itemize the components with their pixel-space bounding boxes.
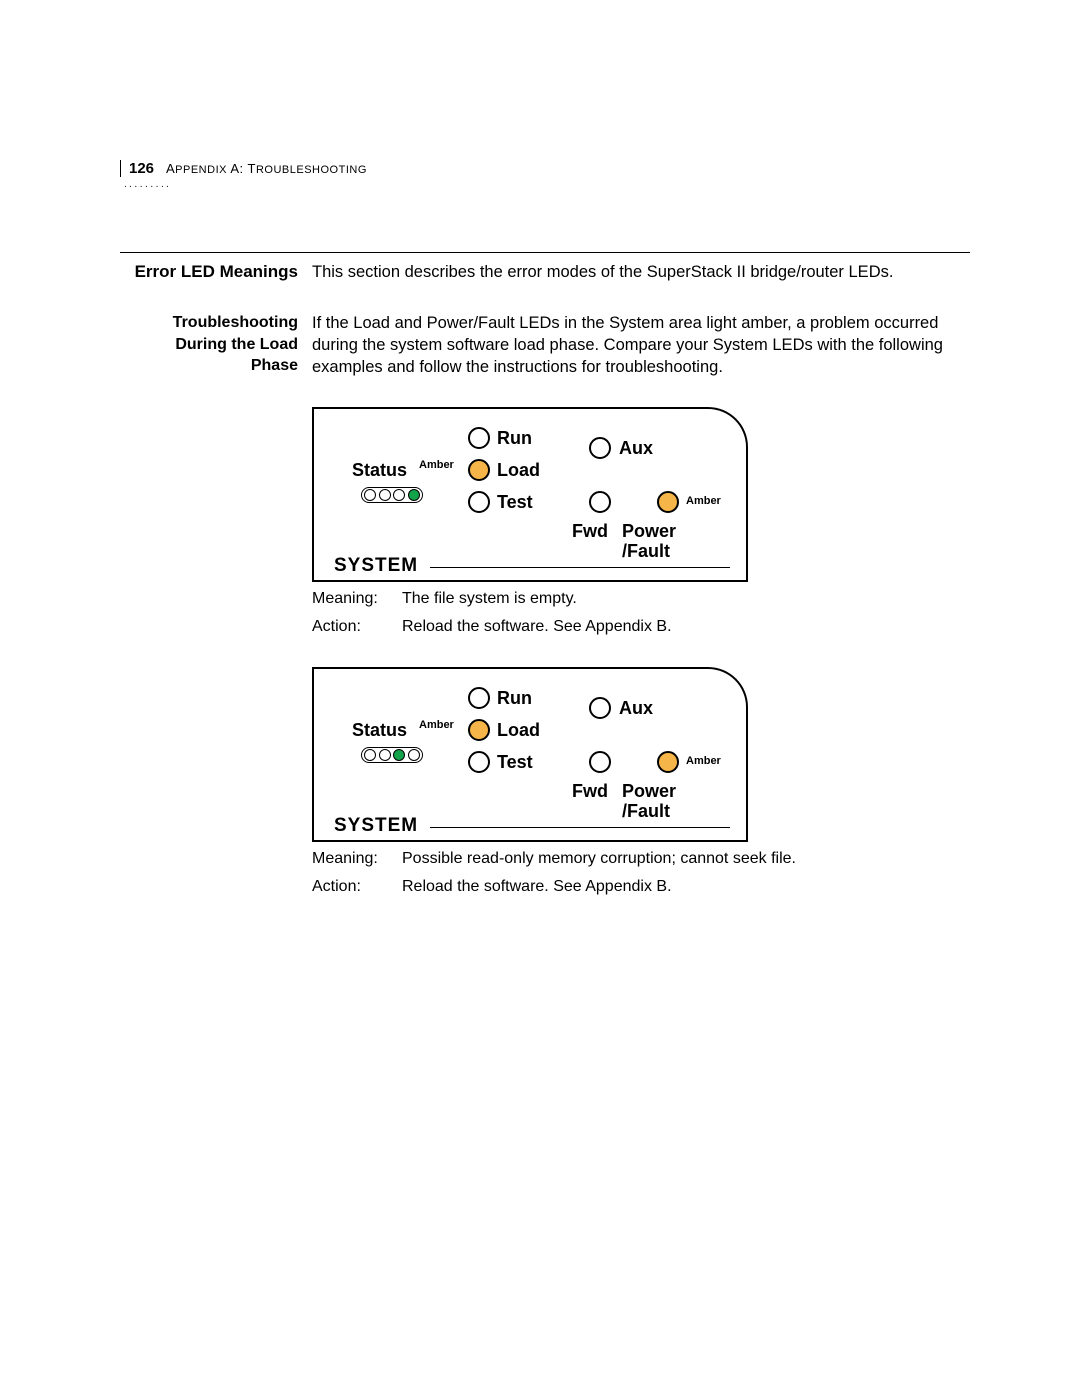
status-dot-4b [408, 749, 420, 761]
body-error-led: This section describes the error modes o… [312, 261, 893, 284]
load-led-icon [468, 459, 490, 481]
system-label-2: SYSTEM [334, 815, 418, 837]
load-led-icon-2 [468, 719, 490, 741]
amber-left-label: Amber [419, 459, 454, 471]
system-line-2 [430, 827, 730, 829]
test-label: Test [497, 492, 533, 513]
page: 126 APPENDIX A: TROUBLESHOOTING ∙·······… [0, 0, 1080, 898]
power-label: Power [622, 521, 676, 542]
amber-right-label: Amber [686, 495, 721, 507]
run-label-2: Run [497, 688, 532, 709]
power-led-icon [657, 491, 679, 513]
status-dot-3b [393, 749, 405, 761]
system-diagram-2: Run Load Test Status Amber Aux Fwd Amber… [312, 667, 748, 842]
status-label-2: Status [352, 720, 407, 741]
status-dot-1b [364, 749, 376, 761]
fwd-label: Fwd [572, 521, 608, 542]
system-line [430, 567, 730, 569]
hdr-sep: A: T [227, 161, 256, 176]
aux-led-icon-2 [589, 697, 611, 719]
test-label-2: Test [497, 752, 533, 773]
body-troubleshooting: If the Load and Power/Fault LEDs in the … [312, 312, 952, 379]
hdr-trouble: ROUBLESHOOTING [256, 164, 367, 176]
status-pill-icon-2 [361, 747, 423, 763]
run-led-icon-2 [468, 687, 490, 709]
sidehead-l1: Troubleshooting [120, 312, 298, 334]
system-label: SYSTEM [334, 555, 418, 577]
power-label-2: Power [622, 781, 676, 802]
fwd-led-icon-2 [589, 751, 611, 773]
meaning-label-1: Meaning: [312, 588, 402, 610]
status-dot-4 [408, 489, 420, 501]
status-label: Status [352, 460, 407, 481]
action-text-2: Reload the software. See Appendix B. [402, 876, 970, 898]
fault-label-2: /Fault [622, 801, 670, 822]
fault-label: /Fault [622, 541, 670, 562]
meaning-text-1: The file system is empty. [402, 588, 970, 610]
meaning-row-1: Meaning: The file system is empty. [312, 588, 970, 610]
load-label: Load [497, 460, 540, 481]
run-label: Run [497, 428, 532, 449]
fwd-led-icon [589, 491, 611, 513]
amber-left-label-2: Amber [419, 719, 454, 731]
hdr-appendix: PPENDIX [175, 164, 227, 176]
section-rule [120, 252, 970, 253]
aux-label: Aux [619, 438, 653, 459]
system-diagram-1: Run Load Test Status Amber Aux Fwd Amber… [312, 407, 748, 582]
amber-right-label-2: Amber [686, 755, 721, 767]
sidehead-l3: Phase [120, 355, 298, 377]
meaning-text-2: Possible read-only memory corruption; ca… [402, 848, 970, 870]
status-dot-2 [379, 489, 391, 501]
test-led-icon [468, 491, 490, 513]
page-number: 126 [120, 160, 166, 177]
action-label-1: Action: [312, 616, 402, 638]
meaning-row-2: Meaning: Possible read-only memory corru… [312, 848, 970, 870]
header-dots-icon: ∙·······∙ [124, 181, 970, 192]
header-breadcrumb: APPENDIX A: TROUBLESHOOTING [166, 160, 367, 176]
fwd-label-2: Fwd [572, 781, 608, 802]
sidehead-l2: During the Load [120, 334, 298, 356]
sidehead-error-led: Error LED Meanings [120, 261, 312, 284]
status-dot-1 [364, 489, 376, 501]
section-troubleshooting: Troubleshooting During the Load Phase If… [120, 312, 970, 379]
sidehead-troubleshooting: Troubleshooting During the Load Phase [120, 312, 312, 379]
page-header: 126 APPENDIX A: TROUBLESHOOTING [120, 160, 970, 177]
section-error-led: Error LED Meanings This section describe… [120, 261, 970, 284]
hdr-a: A [166, 161, 175, 176]
meaning-label-2: Meaning: [312, 848, 402, 870]
action-row-2: Action: Reload the software. See Appendi… [312, 876, 970, 898]
action-text-1: Reload the software. See Appendix B. [402, 616, 970, 638]
load-label-2: Load [497, 720, 540, 741]
diagram-block-2: Run Load Test Status Amber Aux Fwd Amber… [312, 667, 970, 899]
status-dot-2b [379, 749, 391, 761]
status-dot-3 [393, 489, 405, 501]
aux-label-2: Aux [619, 698, 653, 719]
status-pill-icon [361, 487, 423, 503]
aux-led-icon [589, 437, 611, 459]
action-label-2: Action: [312, 876, 402, 898]
power-led-icon-2 [657, 751, 679, 773]
run-led-icon [468, 427, 490, 449]
action-row-1: Action: Reload the software. See Appendi… [312, 616, 970, 638]
test-led-icon-2 [468, 751, 490, 773]
diagram-block-1: Run Load Test Status Amber Aux Fwd Amber… [312, 407, 970, 639]
